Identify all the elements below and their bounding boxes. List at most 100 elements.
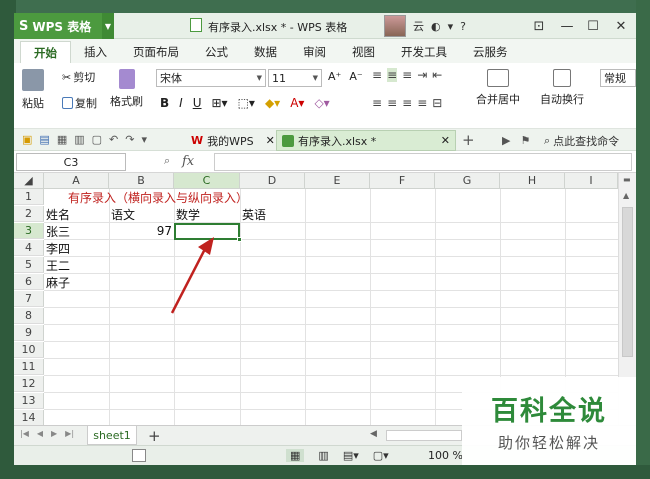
flag-icon[interactable]: ⚑ [520, 134, 530, 147]
close-button[interactable]: ✕ [608, 13, 634, 39]
print-preview-icon[interactable]: ▦ [57, 133, 67, 146]
preview-icon[interactable]: ▢ [92, 133, 102, 146]
tab-cloud-service[interactable]: 云服务 [460, 41, 521, 63]
font-size-select[interactable]: 11 ▼ [268, 69, 322, 87]
row-header-14[interactable]: 14 [14, 410, 44, 425]
undo-icon[interactable]: ↶ [109, 133, 118, 146]
tab-home[interactable]: 开始 [20, 41, 71, 63]
tab-view[interactable]: 视图 [339, 41, 388, 63]
close-tab-icon[interactable]: ✕ [266, 134, 275, 147]
add-sheet-button[interactable]: + [148, 427, 161, 445]
tab-my-wps[interactable]: W 我的WPS ✕ [186, 130, 280, 151]
cut-button[interactable]: ✂ 剪切 [62, 69, 95, 85]
reading-mode-icon[interactable]: ▢▾ [373, 449, 389, 462]
quick-access-dropdown-icon[interactable]: ▾ [141, 133, 147, 146]
cell-a2[interactable]: 姓名 [46, 206, 70, 222]
row-header-3[interactable]: 3 [14, 223, 44, 239]
last-sheet-icon[interactable]: ▶| [65, 429, 74, 438]
col-header-h[interactable]: H [500, 173, 565, 189]
skin-icon[interactable]: ◐ [431, 20, 441, 33]
open-icon[interactable]: ▣ [22, 133, 32, 146]
zoom-level[interactable]: 100 % [428, 449, 463, 462]
cell-b3[interactable]: 97 [109, 223, 172, 239]
tab-data[interactable]: 数据 [241, 41, 290, 63]
first-sheet-icon[interactable]: |◀ [20, 429, 29, 438]
fill-handle[interactable] [237, 237, 242, 242]
row-header-2[interactable]: 2 [14, 206, 44, 222]
normal-view-icon[interactable]: ▦ [286, 449, 305, 462]
cell-d2[interactable]: 英语 [242, 206, 266, 222]
italic-button[interactable]: I [179, 96, 183, 110]
col-header-d[interactable]: D [240, 173, 305, 189]
col-header-a[interactable]: A [44, 173, 109, 189]
help-icon[interactable]: ? [460, 20, 466, 33]
row-header-9[interactable]: 9 [14, 325, 44, 341]
maximize-button[interactable]: ☐ [580, 13, 606, 39]
font-color-icon[interactable]: A▾ [290, 96, 304, 110]
row-header-1[interactable]: 1 [14, 189, 44, 205]
tab-review[interactable]: 审阅 [290, 41, 339, 63]
col-header-f[interactable]: F [370, 173, 435, 189]
col-header-c[interactable]: C [174, 173, 240, 189]
number-format-select[interactable]: 常规 [600, 69, 636, 87]
page-layout-view-icon[interactable]: ▥ [318, 449, 328, 462]
justify-icon[interactable]: ≡ [417, 96, 427, 110]
align-center-icon[interactable]: ≡ [387, 96, 397, 110]
doc-action-icon[interactable]: ▶ [502, 134, 510, 147]
fill-icon[interactable]: ⬚▾ [238, 96, 255, 110]
command-search[interactable]: ⌕ 点此查找命令 [544, 133, 619, 149]
align-left-icon[interactable]: ≡ [372, 96, 382, 110]
macro-record-icon[interactable] [132, 449, 146, 462]
align-middle-icon[interactable]: ≡ [387, 68, 398, 82]
indent-icon[interactable]: ⇥ [417, 68, 427, 82]
save-icon[interactable]: ▤ [39, 133, 49, 146]
merge-center-button[interactable]: 合并居中 [476, 69, 520, 107]
scroll-up-icon[interactable]: ▲ [623, 191, 629, 200]
col-header-i[interactable]: I [565, 173, 618, 189]
row-header-10[interactable]: 10 [14, 342, 44, 358]
row-header-8[interactable]: 8 [14, 308, 44, 324]
cell-b2[interactable]: 语文 [111, 206, 135, 222]
row-header-5[interactable]: 5 [14, 257, 44, 273]
prev-sheet-icon[interactable]: ◀ [37, 429, 43, 438]
select-all-corner[interactable]: ◢ [14, 173, 44, 189]
cell-a6[interactable]: 麻子 [46, 274, 70, 290]
row-header-12[interactable]: 12 [14, 376, 44, 392]
sheet-tab-sheet1[interactable]: sheet1 [87, 426, 137, 445]
row-header-7[interactable]: 7 [14, 291, 44, 307]
auto-wrap-button[interactable]: 自动换行 [540, 69, 584, 107]
col-header-g[interactable]: G [435, 173, 500, 189]
cell-a5[interactable]: 王二 [46, 257, 70, 273]
scroll-thumb[interactable] [622, 207, 633, 357]
distribute-icon[interactable]: ⊟ [432, 96, 442, 110]
cloud-label[interactable]: 云 [413, 18, 424, 34]
shirt-icon[interactable]: ▾ [448, 20, 454, 33]
tab-current-file[interactable]: 有序录入.xlsx * ✕ [276, 130, 456, 151]
cell-c2[interactable]: 数学 [176, 206, 200, 222]
zoom-search-icon[interactable]: ⌕ [164, 154, 170, 168]
scroll-top-icon[interactable]: ▬ [623, 175, 631, 184]
print-icon[interactable]: ▥ [74, 133, 84, 146]
bold-button[interactable]: B [160, 96, 169, 110]
name-box[interactable]: C3 [16, 153, 126, 171]
row-header-11[interactable]: 11 [14, 359, 44, 375]
underline-button[interactable]: U [193, 96, 202, 110]
outdent-icon[interactable]: ⇤ [432, 68, 442, 82]
close-file-tab-icon[interactable]: ✕ [441, 134, 450, 147]
horizontal-scroll-thumb[interactable] [386, 430, 462, 441]
cell-a1-title[interactable]: 有序录入（横向录入与纵向录入） [68, 189, 248, 205]
align-bottom-icon[interactable]: ≡ [402, 68, 412, 82]
next-sheet-icon[interactable]: ▶ [51, 429, 57, 438]
col-header-b[interactable]: B [109, 173, 174, 189]
border-icon[interactable]: ⊞▾ [212, 96, 228, 110]
app-menu-dropdown-icon[interactable]: ▼ [102, 13, 114, 39]
redo-icon[interactable]: ↷ [125, 133, 134, 146]
row-header-6[interactable]: 6 [14, 274, 44, 290]
format-painter-button[interactable]: 格式刷 [110, 69, 143, 109]
new-tab-button[interactable]: + [462, 131, 475, 149]
tab-formulas[interactable]: 公式 [192, 41, 241, 63]
tab-page-layout[interactable]: 页面布局 [120, 41, 192, 63]
tab-insert[interactable]: 插入 [71, 41, 120, 63]
formula-input[interactable] [214, 153, 632, 171]
restore-panel-icon[interactable]: ⊡ [526, 13, 552, 39]
